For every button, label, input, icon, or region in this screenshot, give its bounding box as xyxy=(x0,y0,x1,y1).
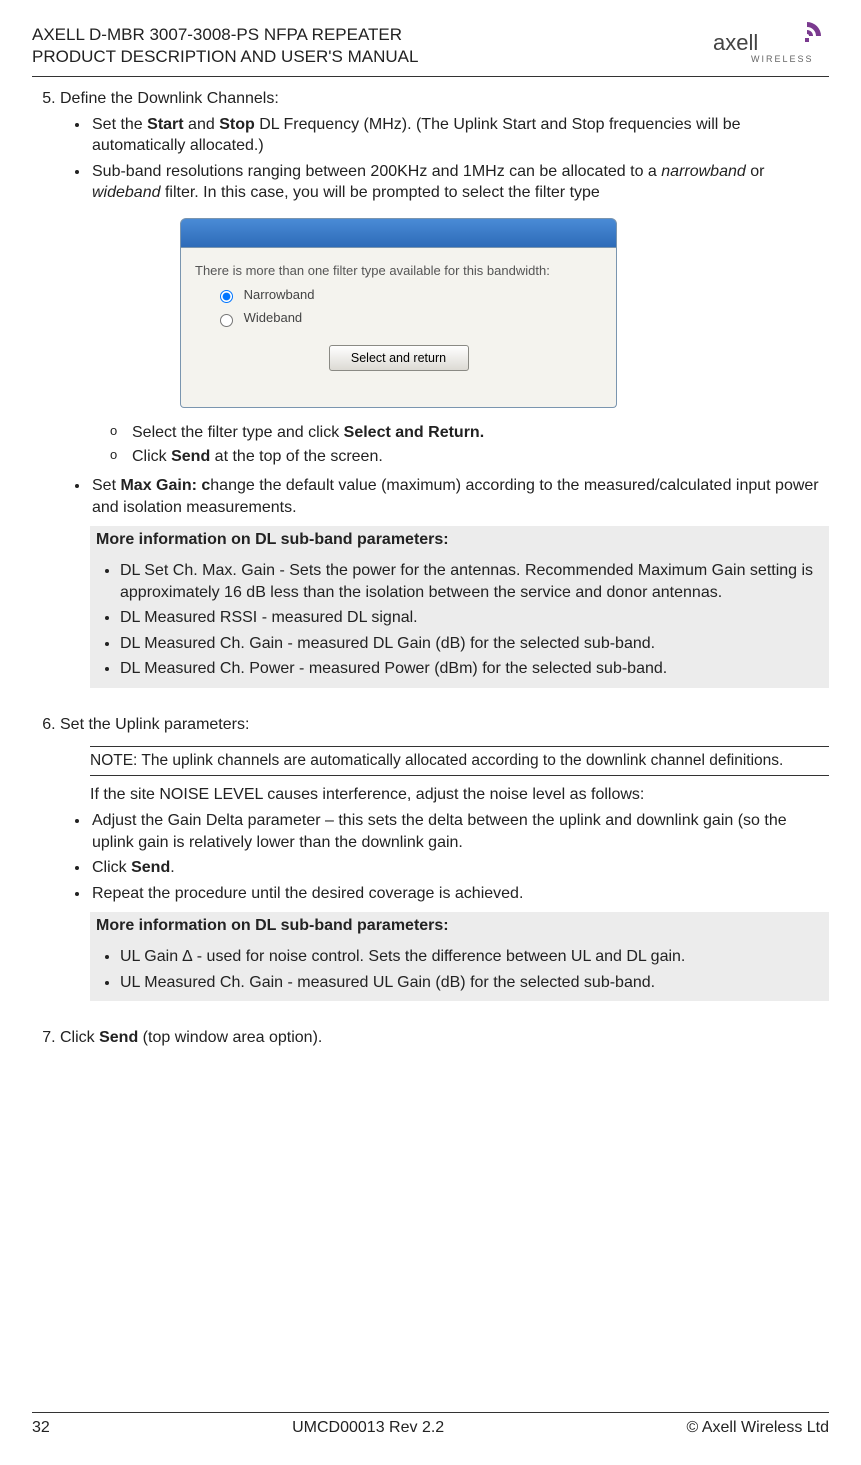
step5-info-header: More information on DL sub-band paramete… xyxy=(90,526,829,554)
step6-bullet-3: Repeat the procedure until the desired c… xyxy=(90,883,829,905)
step6-info-header: More information on DL sub-band paramete… xyxy=(90,912,829,940)
step6-bullet-2: Click Send. xyxy=(90,857,829,879)
logo-text: axell xyxy=(713,30,758,55)
sub-bullet-icon: o xyxy=(110,422,132,440)
step6-title: Set the Uplink parameters: xyxy=(60,716,249,733)
page-body: Define the Downlink Channels: Set the St… xyxy=(32,88,829,1063)
radio-wideband[interactable] xyxy=(220,314,233,327)
step-5: Define the Downlink Channels: Set the St… xyxy=(60,88,829,688)
radio-narrowband-label: Narrowband xyxy=(244,287,315,302)
footer-doc: UMCD00013 Rev 2.2 xyxy=(292,1419,444,1437)
dialog-message: There is more than one filter type avail… xyxy=(195,262,602,280)
footer-copy: © Axell Wireless Ltd xyxy=(687,1419,830,1437)
step5-title: Define the Downlink Channels: xyxy=(60,90,279,107)
step5-info-3: DL Measured Ch. Gain - measured DL Gain … xyxy=(120,633,823,655)
step5-bullet-1: Set the Start and Stop DL Frequency (MHz… xyxy=(90,114,829,157)
step5-sub2: Click Send at the top of the screen. xyxy=(132,448,383,465)
brand-logo: axell WIRELESS xyxy=(709,18,829,71)
step5-bullet-3: Set Max Gain: change the default value (… xyxy=(90,475,829,518)
step5-info-box: DL Set Ch. Max. Gain - Sets the power fo… xyxy=(90,554,829,688)
step5-bullet-2: Sub-band resolutions ranging between 200… xyxy=(90,161,829,204)
logo-sub: WIRELESS xyxy=(751,54,814,64)
step-6: Set the Uplink parameters: NOTE: The upl… xyxy=(60,714,829,1001)
step6-bullet-1: Adjust the Gain Delta parameter – this s… xyxy=(90,810,829,853)
footer-page: 32 xyxy=(32,1419,50,1437)
radio-wideband-label: Wideband xyxy=(244,310,303,325)
step6-info-2: UL Measured Ch. Gain - measured UL Gain … xyxy=(120,972,823,994)
step6-info-1: UL Gain ∆ - used for noise control. Sets… xyxy=(120,946,823,968)
sub-bullet-icon: o xyxy=(110,446,132,464)
step-7: Click Send (top window area option). xyxy=(60,1027,829,1049)
step7-text: Click Send (top window area option). xyxy=(60,1029,322,1046)
page-footer: 32 UMCD00013 Rev 2.2 © Axell Wireless Lt… xyxy=(32,1412,829,1437)
step5-info-4: DL Measured Ch. Power - measured Power (… xyxy=(120,658,823,680)
step5-sub1: Select the filter type and click Select … xyxy=(132,424,484,441)
step6-info-box: UL Gain ∆ - used for noise control. Sets… xyxy=(90,940,829,1001)
step5-info-1: DL Set Ch. Max. Gain - Sets the power fo… xyxy=(120,560,823,603)
radio-narrowband[interactable] xyxy=(220,290,233,303)
page-header: AXELL D-MBR 3007-3008-PS NFPA REPEATER P… xyxy=(32,24,829,77)
select-and-return-button[interactable]: Select and return xyxy=(329,345,469,371)
step6-para: If the site NOISE LEVEL causes interfere… xyxy=(90,784,829,806)
step6-note: NOTE: The uplink channels are automatica… xyxy=(90,746,829,777)
step5-info-2: DL Measured RSSI - measured DL signal. xyxy=(120,607,823,629)
dialog-titlebar xyxy=(180,218,617,248)
filter-type-dialog: There is more than one filter type avail… xyxy=(180,218,617,408)
